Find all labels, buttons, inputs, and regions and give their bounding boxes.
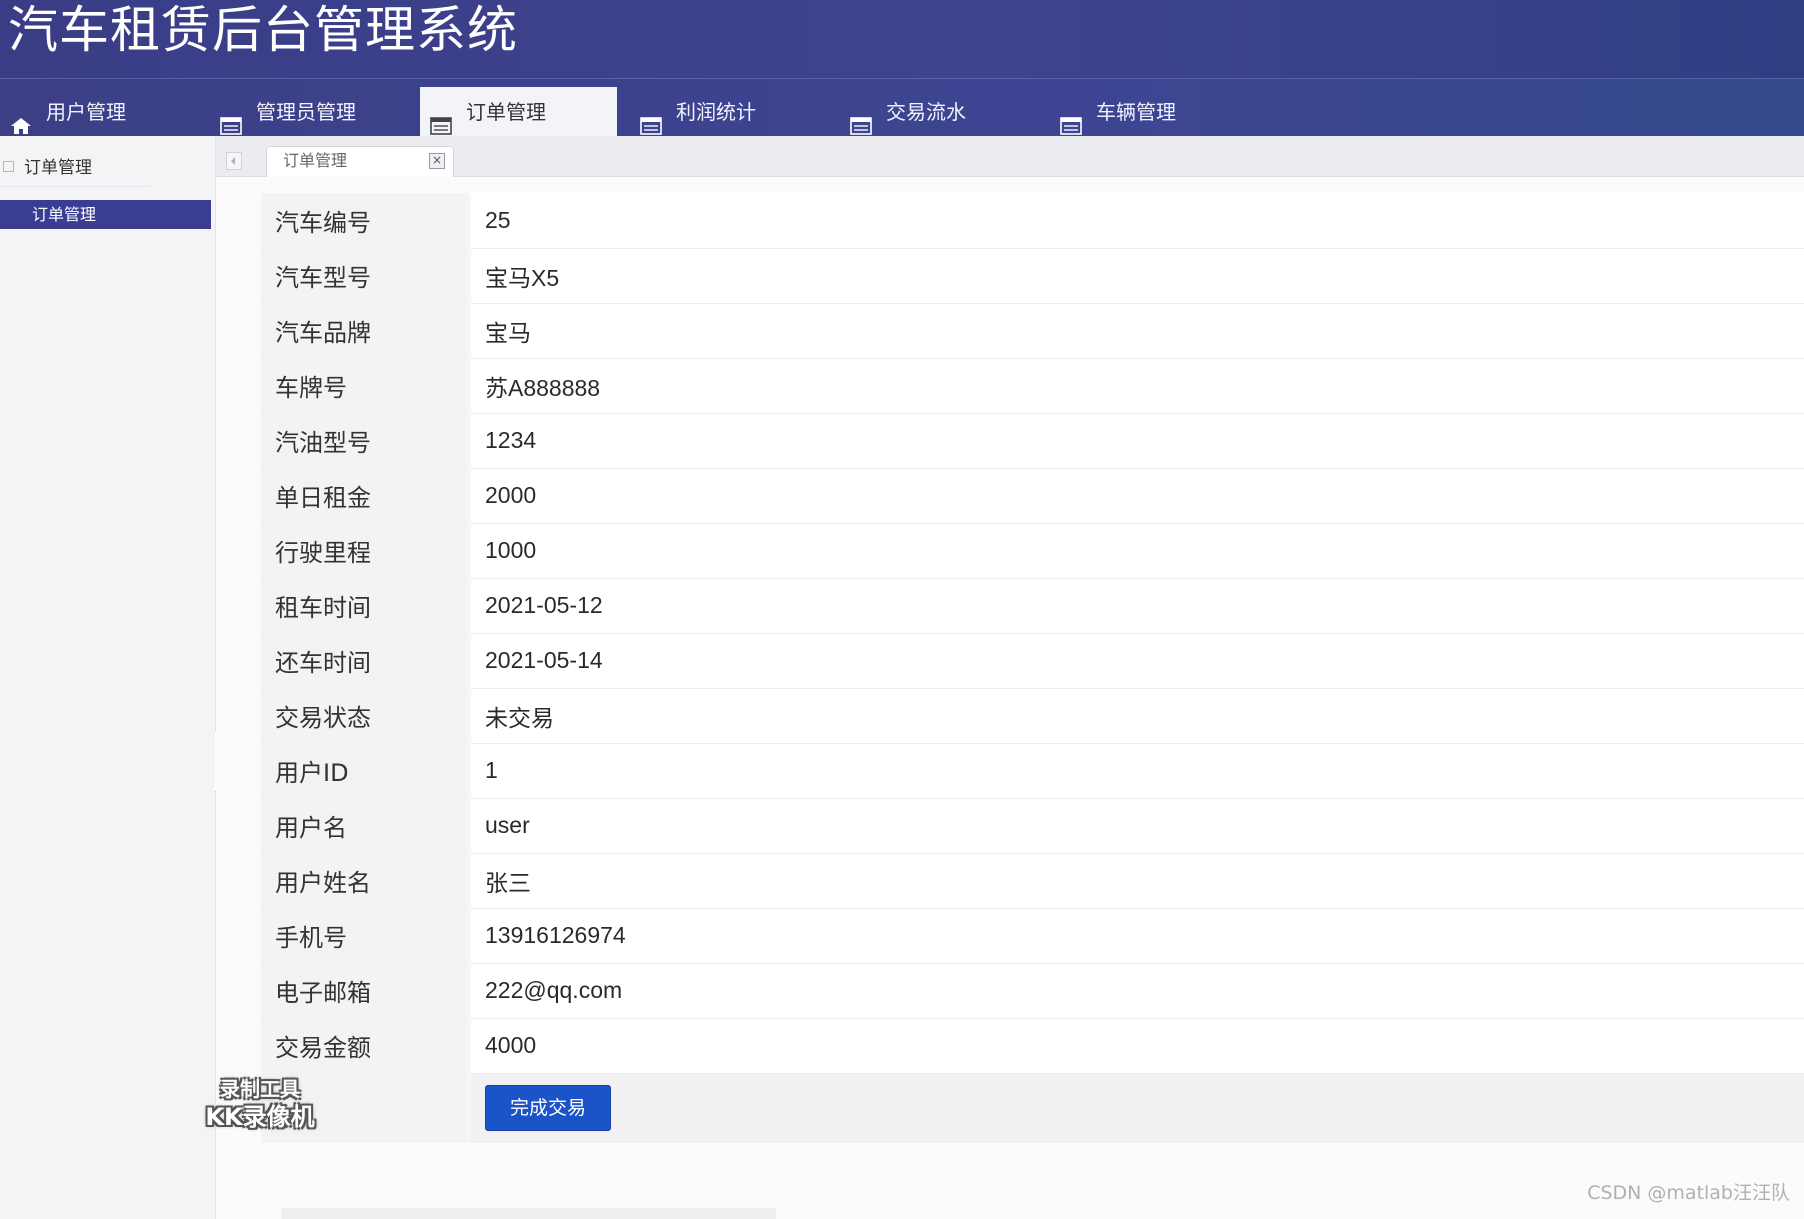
sidebar-section-header[interactable]: 订单管理 xyxy=(0,150,150,187)
list-icon xyxy=(640,103,662,135)
field-label: 电子邮箱 xyxy=(261,963,469,1019)
form-row: 行驶里程 1000 xyxy=(261,523,1804,579)
field-value: 222@qq.com xyxy=(467,963,1804,1019)
list-icon xyxy=(1060,103,1082,135)
field-label: 车牌号 xyxy=(261,358,469,414)
sidebar-item-order-management[interactable]: 订单管理 xyxy=(0,200,211,229)
form-row: 汽车编号 25 xyxy=(261,193,1804,249)
form-row: 汽油型号 1234 xyxy=(261,413,1804,469)
form-row: 还车时间 2021-05-14 xyxy=(261,633,1804,689)
nav-item-vehicle-management[interactable]: 车辆管理 xyxy=(1050,87,1250,137)
field-value: 2021-05-12 xyxy=(467,578,1804,634)
sidebar: 订单管理 订单管理 xyxy=(0,136,216,1219)
nav-item-label: 用户管理 xyxy=(46,100,126,124)
form-action-row: 完成交易 xyxy=(261,1073,1804,1143)
csdn-watermark: CSDN @matlab汪汪队 xyxy=(1587,1182,1790,1204)
tab-order-management[interactable]: 订单管理 × xyxy=(266,146,454,177)
nav-item-order-management[interactable]: 订单管理 xyxy=(420,87,617,137)
field-value: 宝马 xyxy=(467,303,1804,359)
form-row: 租车时间 2021-05-12 xyxy=(261,578,1804,634)
field-value: 1234 xyxy=(467,413,1804,469)
form-row: 交易状态 未交易 xyxy=(261,688,1804,744)
field-label: 汽车型号 xyxy=(261,248,469,304)
tab-strip: 订单管理 × xyxy=(216,136,1804,177)
top-nav: 用户管理 管理员管理 订单管理 利润统计 交易流水 车辆管理 xyxy=(0,78,1804,137)
form-row: 汽车品牌 宝马 xyxy=(261,303,1804,359)
action-cell: 完成交易 xyxy=(467,1073,1804,1143)
field-label: 汽车编号 xyxy=(261,193,469,249)
field-value: 2000 xyxy=(467,468,1804,524)
field-value: 25 xyxy=(467,193,1804,249)
field-label: 汽车品牌 xyxy=(261,303,469,359)
close-icon[interactable]: × xyxy=(429,153,445,169)
form-row: 用户姓名 张三 xyxy=(261,853,1804,909)
horizontal-scrollbar[interactable] xyxy=(281,1208,776,1219)
recorder-watermark: 录制工具 KK录像机 xyxy=(190,1076,330,1132)
nav-item-transactions[interactable]: 交易流水 xyxy=(840,87,1040,137)
nav-item-label: 交易流水 xyxy=(886,100,966,124)
nav-item-profit-statistics[interactable]: 利润统计 xyxy=(630,87,830,137)
form-row: 手机号 13916126974 xyxy=(261,908,1804,964)
nav-item-label: 订单管理 xyxy=(466,100,546,124)
form-row: 电子邮箱 222@qq.com xyxy=(261,963,1804,1019)
list-icon xyxy=(850,103,872,135)
order-detail-panel: 汽车编号 25 汽车型号 宝马X5 汽车品牌 宝马 车牌号 苏A888888 汽油型号 1234 单… xyxy=(216,177,1804,1219)
field-value: 1000 xyxy=(467,523,1804,579)
form-row: 用户ID 1 xyxy=(261,743,1804,799)
field-value: 张三 xyxy=(467,853,1804,909)
form-row: 单日租金 2000 xyxy=(261,468,1804,524)
field-value: 宝马X5 xyxy=(467,248,1804,304)
field-value: 2021-05-14 xyxy=(467,633,1804,689)
field-value: 未交易 xyxy=(467,688,1804,744)
form-row: 汽车型号 宝马X5 xyxy=(261,248,1804,304)
field-label: 手机号 xyxy=(261,908,469,964)
home-icon xyxy=(10,103,32,134)
field-value: 13916126974 xyxy=(467,908,1804,964)
list-icon xyxy=(430,103,452,135)
field-value: 4000 xyxy=(467,1018,1804,1074)
field-label: 汽油型号 xyxy=(261,413,469,469)
field-label: 还车时间 xyxy=(261,633,469,689)
app-header: 汽车租赁后台管理系统 xyxy=(0,0,1804,78)
field-label: 用户名 xyxy=(261,798,469,854)
recorder-watermark-line2: KK录像机 xyxy=(205,1103,315,1131)
tab-scroll-left-button[interactable] xyxy=(226,152,242,170)
nav-item-admin-management[interactable]: 管理员管理 xyxy=(210,87,410,137)
nav-item-label: 利润统计 xyxy=(676,100,756,124)
app-title: 汽车租赁后台管理系统 xyxy=(8,1,518,59)
sidebar-section-label: 订单管理 xyxy=(24,158,92,178)
field-label: 单日租金 xyxy=(261,468,469,524)
nav-item-label: 车辆管理 xyxy=(1096,100,1176,124)
field-value: user xyxy=(467,798,1804,854)
collapse-box-icon xyxy=(3,161,14,172)
field-label: 用户ID xyxy=(261,743,469,799)
list-icon xyxy=(220,103,242,135)
nav-item-user-management[interactable]: 用户管理 xyxy=(0,87,200,137)
form-row: 车牌号 苏A888888 xyxy=(261,358,1804,414)
chevron-left-icon xyxy=(231,157,235,165)
field-label: 租车时间 xyxy=(261,578,469,634)
field-label: 交易金额 xyxy=(261,1018,469,1074)
field-value: 苏A888888 xyxy=(467,358,1804,414)
nav-item-label: 管理员管理 xyxy=(256,100,356,124)
recorder-watermark-line1: 录制工具 xyxy=(220,1077,300,1101)
form-row: 用户名 user xyxy=(261,798,1804,854)
field-label: 用户姓名 xyxy=(261,853,469,909)
complete-transaction-button[interactable]: 完成交易 xyxy=(485,1085,611,1132)
field-label: 行驶里程 xyxy=(261,523,469,579)
field-value: 1 xyxy=(467,743,1804,799)
form-row: 交易金额 4000 xyxy=(261,1018,1804,1074)
field-label: 交易状态 xyxy=(261,688,469,744)
tab-label: 订单管理 xyxy=(283,151,348,170)
order-detail-form: 汽车编号 25 汽车型号 宝马X5 汽车品牌 宝马 车牌号 苏A888888 汽油型号 1234 单… xyxy=(261,193,1804,1143)
